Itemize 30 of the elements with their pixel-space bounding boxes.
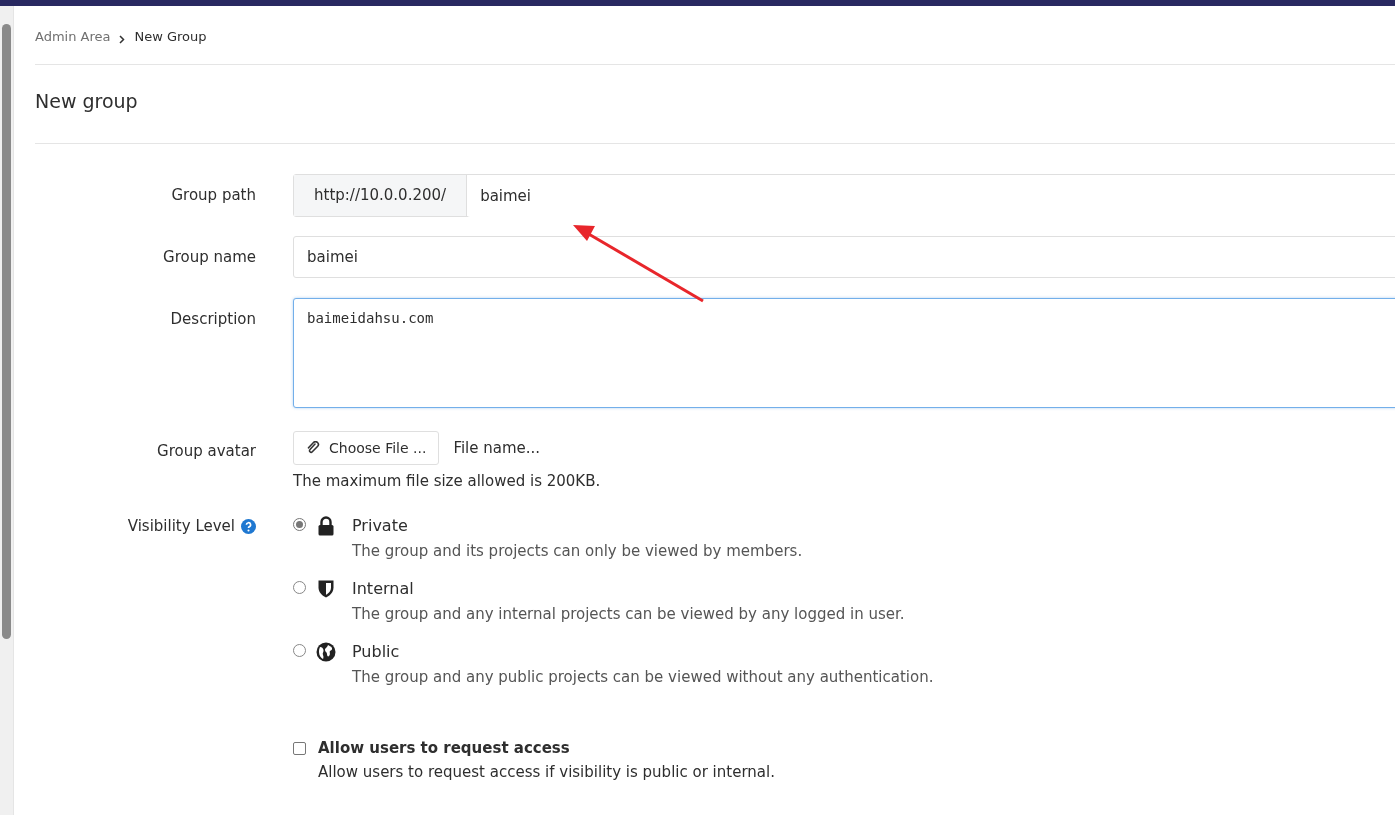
page-title: New group xyxy=(35,65,1395,144)
visibility-option-label: Internal xyxy=(352,579,415,599)
field-label: Group avatar xyxy=(156,441,257,462)
visibility-option-description: The group and any internal projects can be viewed by any logged in user. xyxy=(352,605,905,623)
field-label: Description xyxy=(169,309,257,330)
file-size-hint: The maximum file size allowed is 200KB. xyxy=(293,472,602,490)
description-field[interactable]: baimeidahsu.com xyxy=(293,298,1395,408)
visibility-option-label: Private xyxy=(352,516,409,536)
checkbox-label: Allow users to request access xyxy=(318,739,571,757)
group-name-field[interactable]: baimei xyxy=(293,236,1395,278)
paperclip-icon xyxy=(306,441,320,455)
visibility-option-description: The group and any public projects can be viewed without any authentication. xyxy=(352,668,934,686)
visibility-option-label: Public xyxy=(352,642,401,662)
lock-icon xyxy=(317,516,335,536)
group-path-field[interactable]: http://10.0.0.200/ baimei xyxy=(293,174,1395,217)
field-label: Group path xyxy=(170,185,257,206)
help-icon[interactable] xyxy=(241,518,256,534)
field-label: Visibility Level xyxy=(127,517,235,535)
globe-icon xyxy=(316,642,336,662)
visibility-option-description: The group and its projects can only be viewed by members. xyxy=(352,542,803,560)
field-label: Group name xyxy=(162,247,257,268)
shield-icon xyxy=(317,579,335,599)
choose-file-button[interactable]: Choose File ... xyxy=(293,431,440,465)
checkbox-description: Allow users to request access if visibility is public or internal. xyxy=(318,763,775,781)
breadcrumb-link[interactable]: New Group xyxy=(134,29,207,44)
chevron-icon xyxy=(119,35,126,44)
checkbox[interactable] xyxy=(293,742,306,755)
breadcrumb-link[interactable]: Admin Area xyxy=(35,29,111,44)
file-name-text: File name... xyxy=(453,439,541,457)
url-prefix: http://10.0.0.200/ xyxy=(294,175,468,216)
